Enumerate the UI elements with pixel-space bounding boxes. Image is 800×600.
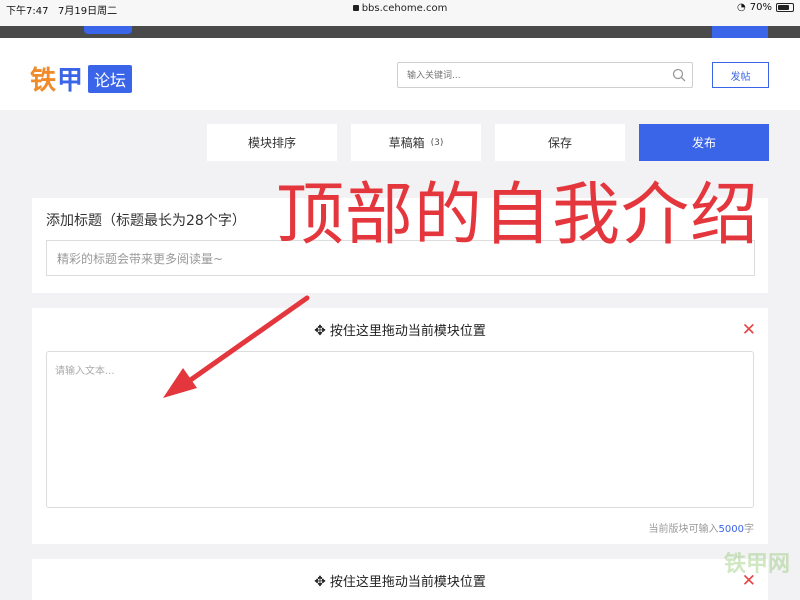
watermark: 铁甲网	[723, 552, 790, 577]
annotation-arrow-icon	[163, 295, 310, 398]
